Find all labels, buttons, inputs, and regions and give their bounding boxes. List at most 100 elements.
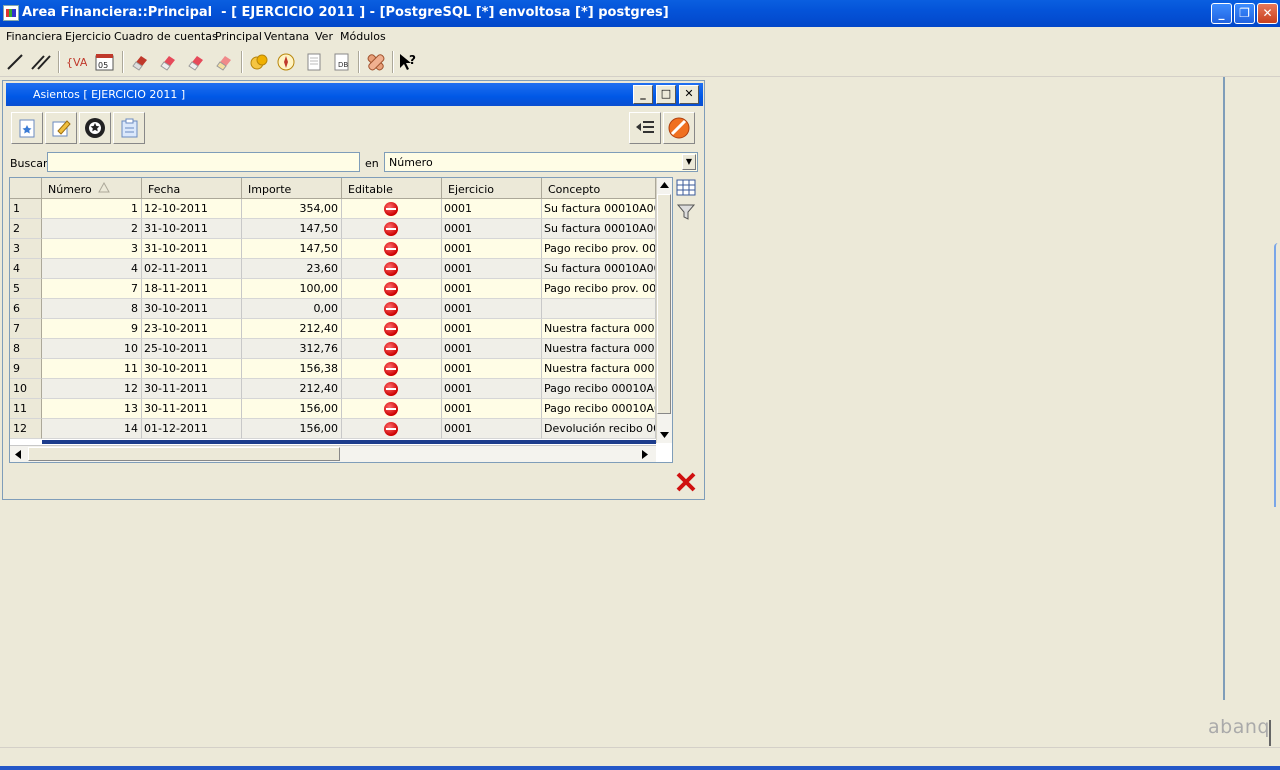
scroll-right-icon[interactable] (642, 450, 649, 459)
column-header-numero[interactable]: Número (42, 178, 142, 199)
cell-numero[interactable]: 7 (42, 279, 142, 299)
cell-fecha[interactable]: 12-10-2011 (142, 199, 242, 219)
cell-numero[interactable]: 1 (42, 199, 142, 219)
horizontal-scrollbar[interactable] (10, 445, 656, 462)
cell-importe[interactable]: 212,40 (242, 319, 342, 339)
scroll-up-icon[interactable] (660, 182, 669, 189)
cell-importe[interactable]: 100,00 (242, 279, 342, 299)
menu-cuadro-de-cuentas[interactable]: Cuadro de cuentas (114, 30, 218, 43)
cell-importe[interactable]: 312,76 (242, 339, 342, 359)
row-number[interactable]: 3 (10, 239, 42, 259)
cell-fecha[interactable]: 30-11-2011 (142, 379, 242, 399)
cell-numero[interactable]: 13 (42, 399, 142, 419)
vertical-scroll-thumb[interactable] (657, 194, 671, 414)
table-row[interactable]: 8 10 25-10-2011 312,76 0001 Nuestra factura 0… (10, 339, 656, 359)
cell-concepto[interactable]: Pago recibo prov. 000 (542, 239, 656, 259)
cell-editable[interactable] (342, 279, 442, 299)
cell-importe[interactable]: 212,40 (242, 379, 342, 399)
cell-ejercicio[interactable]: 0001 (442, 419, 542, 439)
column-header-importe[interactable]: Importe (242, 178, 342, 199)
cell-editable[interactable] (342, 299, 442, 319)
table-row[interactable]: 2 2 31-10-2011 147,50 0001 Su factura 00010A0… (10, 219, 656, 239)
vertical-scrollbar[interactable] (656, 178, 672, 443)
cell-importe[interactable]: 23,60 (242, 259, 342, 279)
table-row[interactable]: 6 8 30-10-2011 0,00 0001 (10, 299, 656, 319)
cell-importe[interactable]: 0,00 (242, 299, 342, 319)
scroll-left-icon[interactable] (15, 450, 22, 459)
close-window-button[interactable] (674, 470, 698, 494)
cell-ejercicio[interactable]: 0001 (442, 359, 542, 379)
hidden-window-edge[interactable] (1274, 243, 1280, 507)
cell-importe[interactable]: 354,00 (242, 199, 342, 219)
cell-fecha[interactable]: 18-11-2011 (142, 279, 242, 299)
cell-ejercicio[interactable]: 0001 (442, 259, 542, 279)
cell-editable[interactable] (342, 219, 442, 239)
row-number[interactable]: 2 (10, 219, 42, 239)
cell-concepto[interactable]: Devolución recibo 0001 (542, 419, 656, 439)
menu-ventana[interactable]: Ventana (264, 30, 309, 43)
column-header-ejercicio[interactable]: Ejercicio (442, 178, 542, 199)
delete-record-button[interactable] (79, 112, 111, 144)
new-record-button[interactable] (11, 112, 43, 144)
menu-ver[interactable]: Ver (315, 30, 333, 43)
cell-concepto[interactable] (542, 299, 656, 319)
cell-ejercicio[interactable]: 0001 (442, 279, 542, 299)
cell-importe[interactable]: 156,00 (242, 419, 342, 439)
table-row[interactable]: 3 3 31-10-2011 147,50 0001 Pago recibo prov. … (10, 239, 656, 259)
search-field-select[interactable]: Número ▼ (384, 152, 698, 172)
table-row[interactable]: 4402-11-201123,600001Su factura 00010A00… (10, 259, 656, 279)
cell-fecha[interactable]: 01-12-2011 (142, 419, 242, 439)
cell-ejercicio[interactable]: 0001 (442, 239, 542, 259)
eraser-icon[interactable] (157, 51, 179, 73)
cell-concepto[interactable]: Nuestra factura 00010A (542, 319, 656, 339)
cell-concepto[interactable]: Pago recibo prov. 000 (542, 279, 656, 299)
close-button[interactable]: ✕ (1257, 3, 1278, 24)
coins-icon[interactable] (248, 51, 270, 73)
child-close-button[interactable]: ✕ (679, 85, 699, 104)
table-row[interactable]: 5 7 18-11-2011 100,00 0001 Pago recibo prov. … (10, 279, 656, 299)
cell-numero[interactable]: 8 (42, 299, 142, 319)
db-document-icon[interactable]: DB (331, 51, 353, 73)
whats-this-icon[interactable]: ? (397, 51, 419, 73)
table-row[interactable]: 10 12 30-11-2011 212,40 0001 Pago recibo 0001… (10, 379, 656, 399)
cell-numero[interactable]: 2 (42, 219, 142, 239)
row-number[interactable]: 10 (10, 379, 42, 399)
cell-numero[interactable]: 14 (42, 419, 142, 439)
row-number[interactable]: 6 (10, 299, 42, 319)
cell-fecha[interactable]: 31-10-2011 (142, 219, 242, 239)
cell-concepto[interactable]: Su factura 00010A0000 (542, 219, 656, 239)
cell-importe[interactable]: 147,50 (242, 239, 342, 259)
cell-ejercicio[interactable]: 0001 (442, 379, 542, 399)
horizontal-scroll-thumb[interactable] (28, 447, 340, 461)
row-header-corner[interactable] (10, 178, 42, 199)
cell-editable[interactable] (342, 339, 442, 359)
edit-record-button[interactable] (45, 112, 77, 144)
cell-ejercicio[interactable]: 0001 (442, 199, 542, 219)
table-view-button[interactable] (675, 177, 697, 199)
cell-concepto[interactable]: Pago recibo 00010A000 (542, 379, 656, 399)
cell-concepto[interactable]: Nuestra factura 00010A (542, 359, 656, 379)
cell-numero[interactable]: 9 (42, 319, 142, 339)
cell-numero[interactable]: 10 (42, 339, 142, 359)
cell-fecha[interactable]: 30-11-2011 (142, 399, 242, 419)
scroll-down-icon[interactable] (660, 432, 669, 439)
row-number[interactable]: 5 (10, 279, 42, 299)
cell-numero[interactable]: 11 (42, 359, 142, 379)
table-row[interactable]: 11 13 30-11-2011 156,00 0001 Pago recibo 0001… (10, 399, 656, 419)
cell-fecha[interactable]: 30-10-2011 (142, 299, 242, 319)
row-number[interactable]: 12 (10, 419, 42, 439)
bandage-icon[interactable] (365, 51, 387, 73)
minimize-button[interactable]: _ (1211, 3, 1232, 24)
filter-button[interactable] (675, 201, 697, 223)
app-icon[interactable] (3, 5, 19, 21)
cell-editable[interactable] (342, 319, 442, 339)
row-number[interactable]: 7 (10, 319, 42, 339)
compass-icon[interactable] (275, 51, 297, 73)
cell-fecha[interactable]: 25-10-2011 (142, 339, 242, 359)
row-number[interactable]: 11 (10, 399, 42, 419)
menu-modulos[interactable]: Módulos (340, 30, 386, 43)
child-minimize-button[interactable]: _ (633, 85, 653, 104)
cell-editable[interactable] (342, 419, 442, 439)
cell-ejercicio[interactable]: 0001 (442, 399, 542, 419)
row-number[interactable]: 8 (10, 339, 42, 359)
